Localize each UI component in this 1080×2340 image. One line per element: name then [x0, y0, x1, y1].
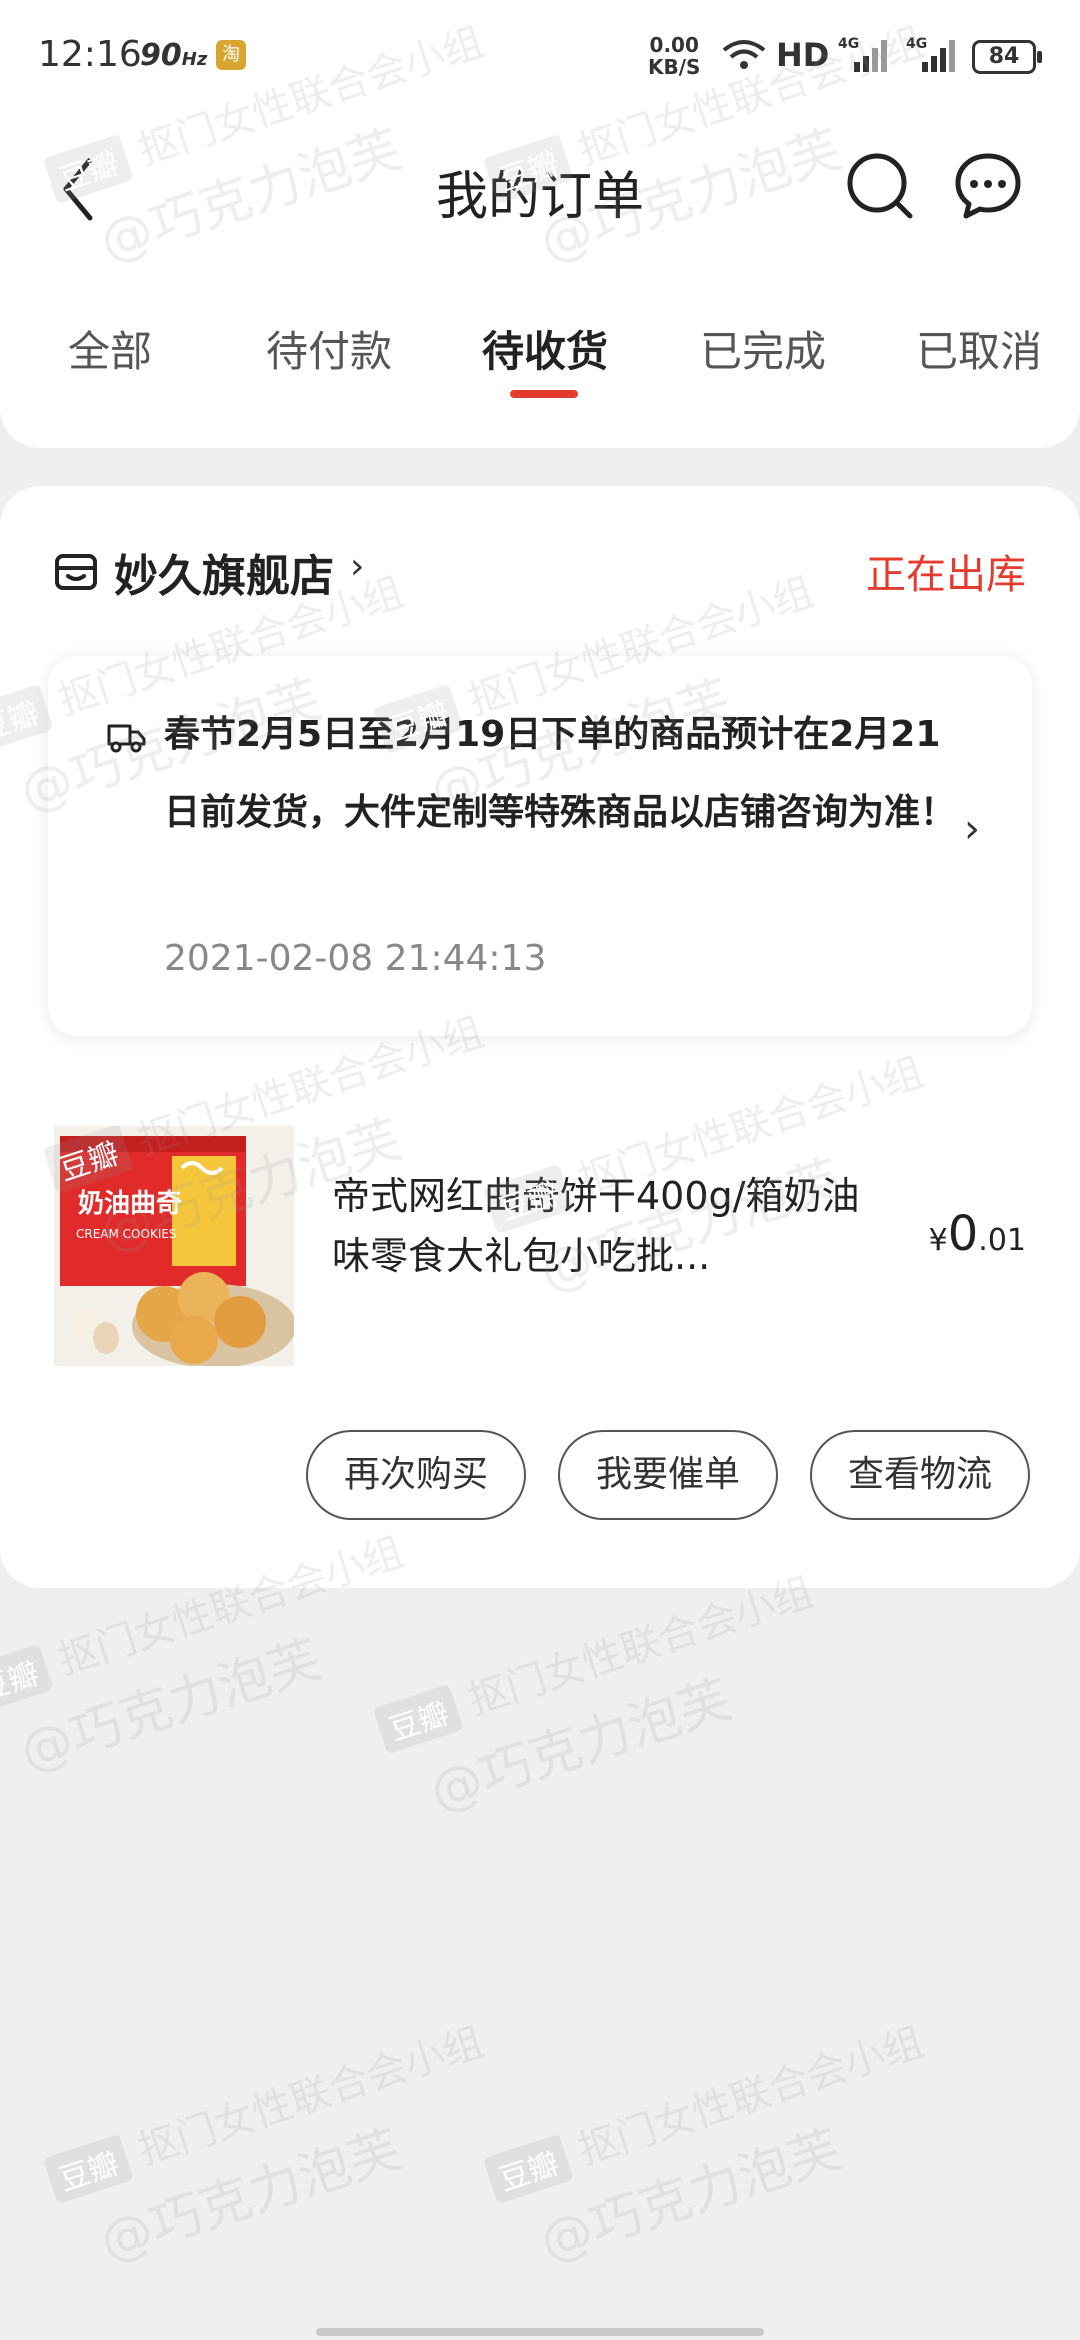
active-tab-indicator	[510, 390, 578, 398]
shipping-notice[interactable]: 春节2月5日至2月19日下单的商品预计在2月21日前发货，大件定制等特殊商品以店…	[48, 656, 1032, 1036]
svg-text:4G: 4G	[838, 36, 859, 52]
watermark: 豆瓣抠门女性联合会小组 @巧克力泡芙	[480, 2010, 955, 2284]
notice-message: 春节2月5日至2月19日下单的商品预计在2月21日前发货，大件定制等特殊商品以店…	[164, 714, 957, 833]
product-item[interactable]: 奶油曲奇 CREAM COOKIES 帝式网红曲奇饼干400g/箱奶油味零食大礼…	[54, 1126, 1026, 1366]
product-image-sub: CREAM COOKIES	[76, 1227, 177, 1241]
product-image: 奶油曲奇 CREAM COOKIES	[54, 1126, 294, 1366]
product-title: 帝式网红曲奇饼干400g/箱奶油味零食大礼包小吃批...	[332, 1174, 860, 1278]
product-price: ¥0.01	[928, 1206, 1026, 1262]
tab-pending-payment[interactable]: 待付款	[266, 318, 392, 379]
network-speed: 0.00 KB/S	[648, 33, 701, 79]
tab-pending-receipt[interactable]: 待收货	[482, 318, 608, 379]
wifi-icon	[722, 40, 766, 69]
order-tabs: 全部 待付款 待收货 已完成 已取消	[0, 318, 1080, 408]
nav-bar: 我的订单	[0, 110, 1080, 260]
status-bar: 12:16 90Hz 淘 0.00 KB/S HD 4G 4G 84	[0, 0, 1080, 110]
tab-cancelled[interactable]: 已取消	[916, 318, 1042, 379]
order-actions: 再次购买 我要催单 查看物流	[306, 1430, 1030, 1520]
urge-order-button[interactable]: 我要催单	[558, 1430, 778, 1520]
chat-message-icon[interactable]	[952, 150, 1024, 222]
home-indicator[interactable]	[316, 2328, 764, 2336]
tab-all[interactable]: 全部	[68, 318, 152, 379]
chevron-right-icon[interactable]: ›	[350, 546, 364, 587]
battery-indicator: 84	[972, 40, 1042, 74]
tab-completed[interactable]: 已完成	[700, 318, 826, 379]
order-card: 妙久旗舰店 › 正在出库 春节2月5日至2月19日下单的商品预计在2月21日前发…	[0, 486, 1080, 1588]
store-icon	[55, 554, 97, 590]
chevron-right-icon: ›	[964, 806, 980, 852]
search-icon[interactable]	[844, 150, 916, 222]
buy-again-button[interactable]: 再次购买	[306, 1430, 526, 1520]
refresh-rate: 90Hz	[140, 38, 208, 73]
product-image-label: 奶油曲奇	[78, 1188, 182, 1219]
view-logistics-button[interactable]: 查看物流	[810, 1430, 1030, 1520]
truck-icon	[107, 724, 146, 753]
cellular-signal-icon: 4G	[838, 36, 887, 72]
store-name-link[interactable]: 妙久旗舰店	[114, 540, 334, 604]
order-status: 正在出库	[866, 552, 1026, 598]
page-title: 我的订单	[435, 167, 644, 227]
hd-voice-indicator: HD	[776, 36, 830, 74]
taobao-notification-icon: 淘	[216, 40, 246, 70]
svg-text:4G: 4G	[906, 36, 927, 52]
notice-timestamp: 2021-02-08 21:44:13	[164, 938, 547, 979]
watermark: 豆瓣抠门女性联合会小组 @巧克力泡芙	[370, 1560, 845, 1834]
watermark: 豆瓣抠门女性联合会小组 @巧克力泡芙	[40, 2010, 515, 2284]
cellular-signal-icon-2: 4G	[906, 36, 955, 72]
status-time: 12:16	[38, 34, 142, 75]
header-panel: 12:16 90Hz 淘 0.00 KB/S HD 4G 4G 84 我的订单 …	[0, 0, 1080, 448]
store-header: 妙久旗舰店 › 正在出库	[54, 536, 1026, 606]
